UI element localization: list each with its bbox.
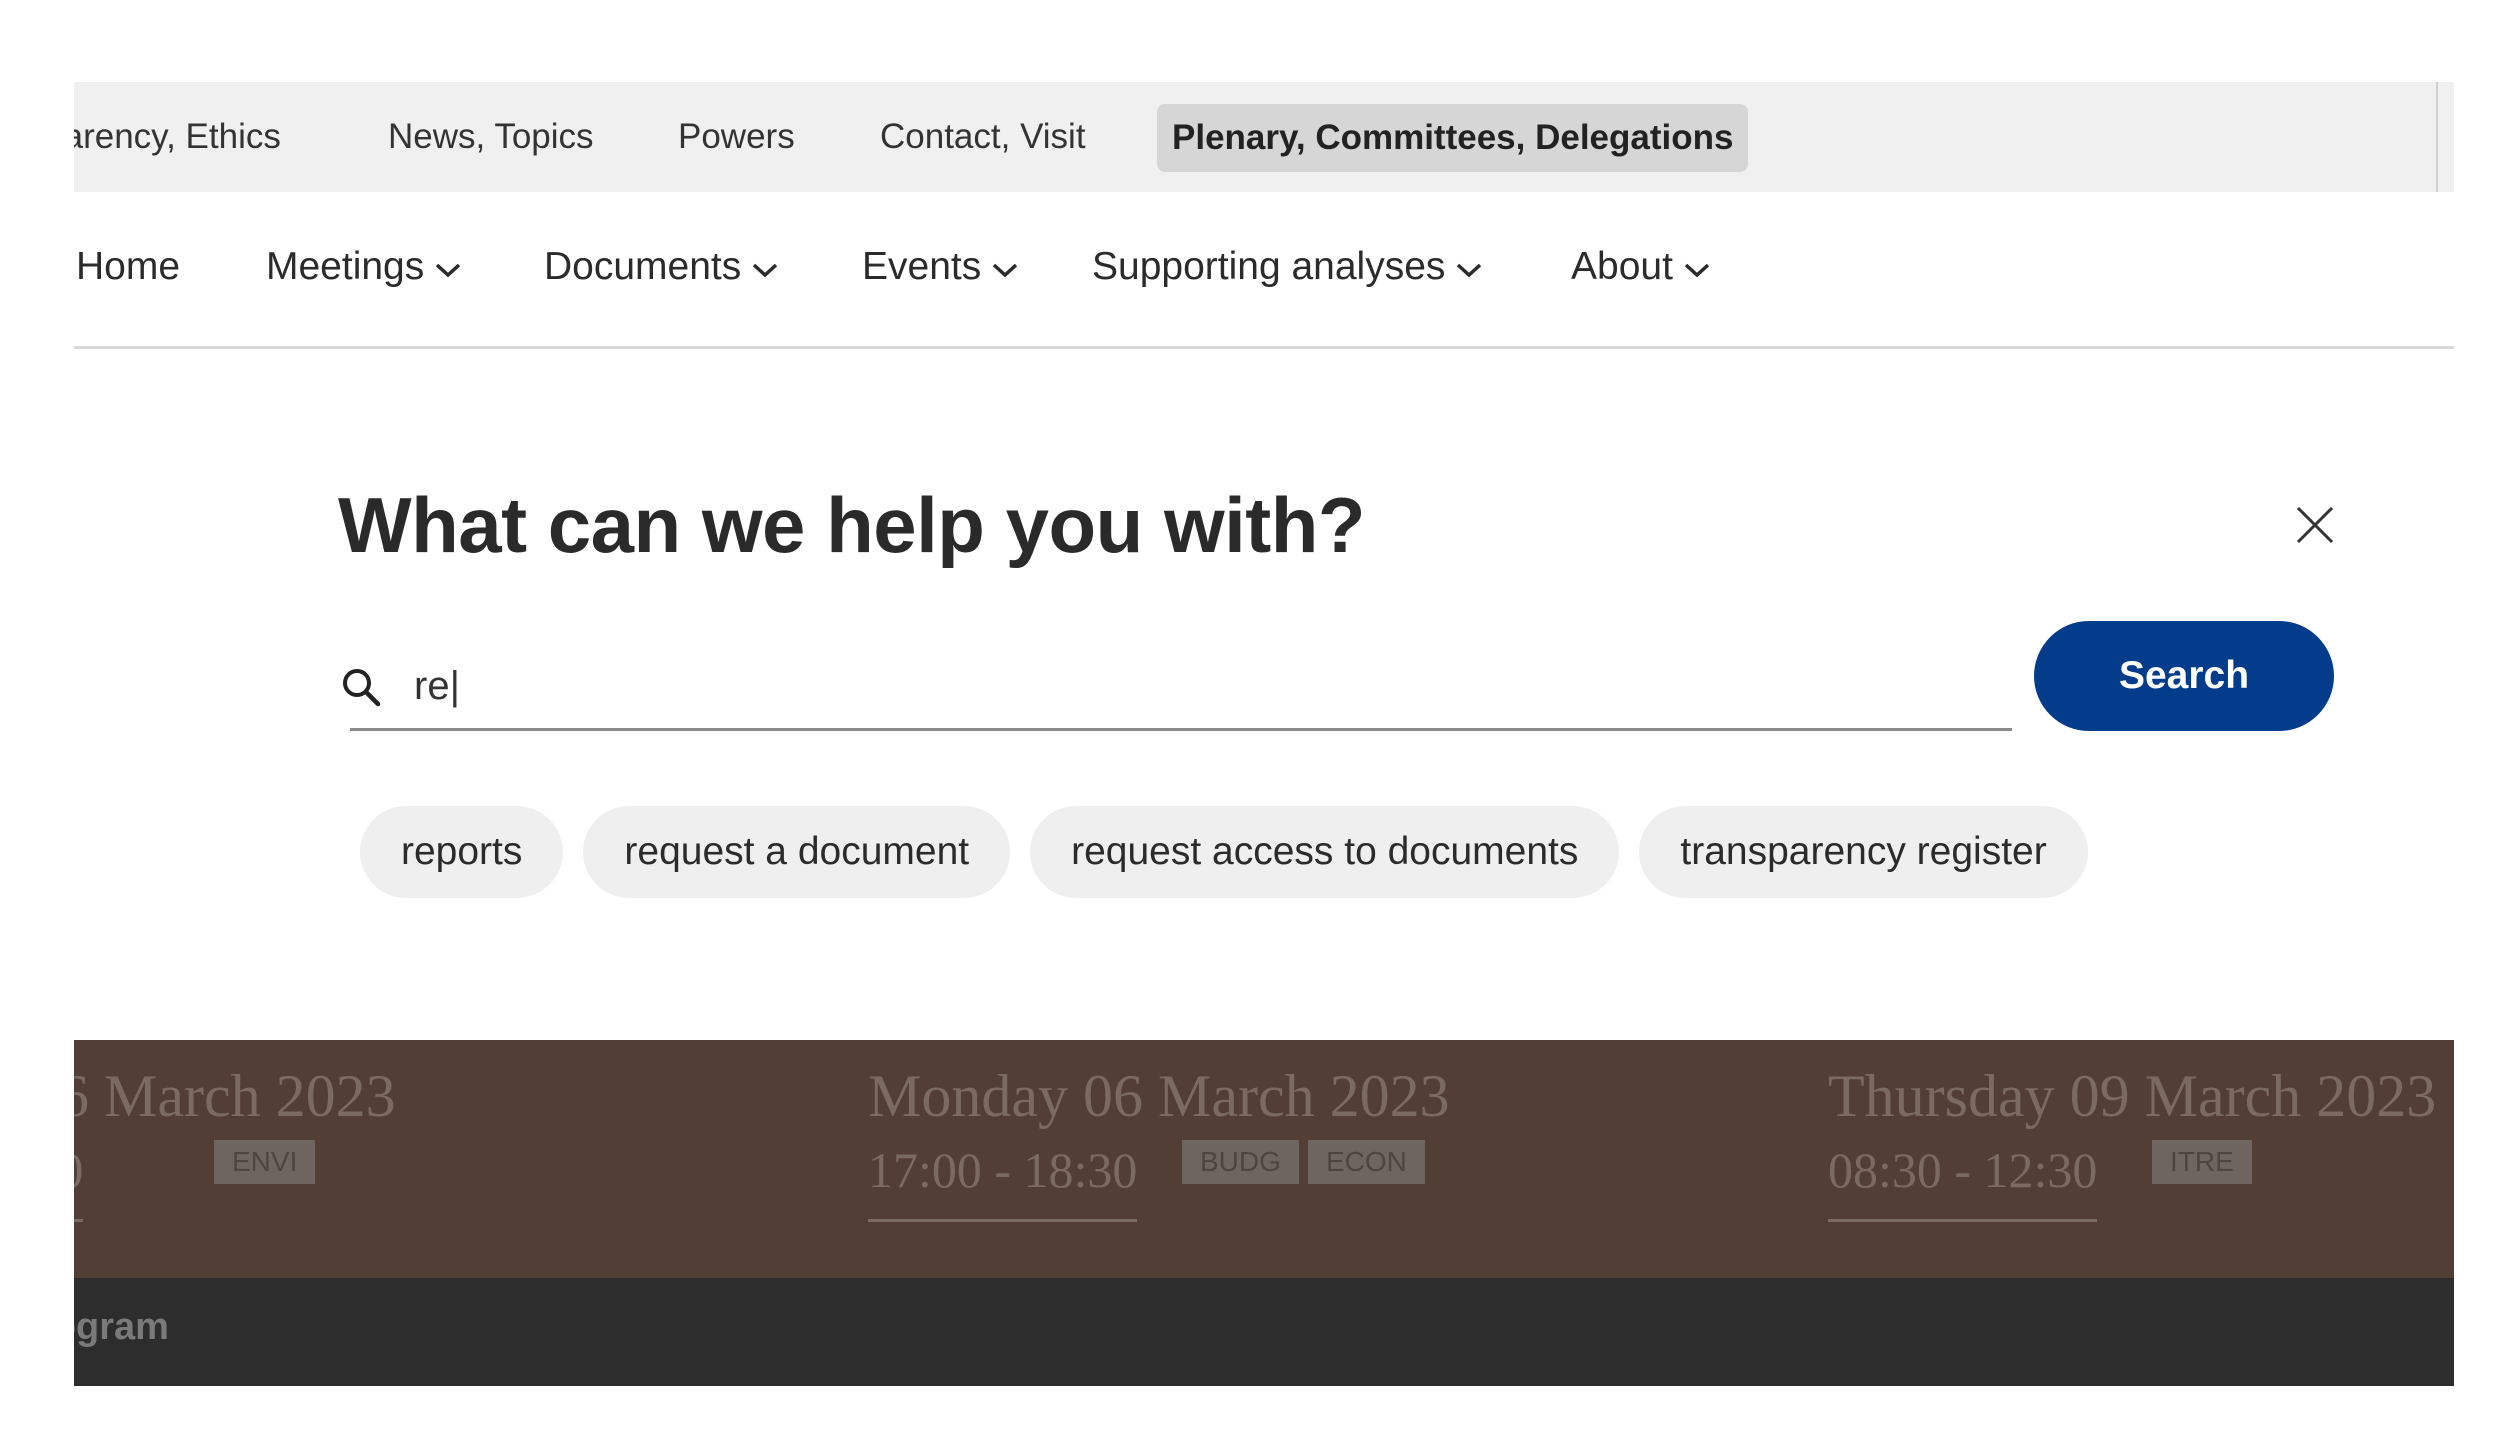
topbar-item-powers[interactable]: Powers — [678, 114, 795, 160]
meeting-time[interactable]: 08:30 - 12:30 — [1828, 1128, 2098, 1222]
chevron-down-icon — [1455, 242, 1483, 292]
chevron-down-icon — [751, 242, 779, 292]
meeting-time[interactable]: 17:00 - 18:30 — [868, 1128, 1138, 1222]
chevron-down-icon — [1683, 242, 1711, 292]
committee-tag[interactable]: BUDG — [1182, 1140, 1299, 1184]
nav-item-label: Documents — [544, 245, 742, 288]
committee-tag[interactable]: ECON — [1308, 1140, 1425, 1184]
meeting-date: Monday 06 March 2023 — [74, 1063, 396, 1129]
topbar-divider — [2436, 82, 2438, 192]
nav-item-label: About — [1571, 245, 1673, 288]
topbar-item-plenary[interactable]: Plenary, Committees, Delegations — [1157, 104, 1749, 172]
meeting-date: Thursday 09 March 2023 — [1828, 1063, 2437, 1129]
nav-item-supporting-analyses[interactable]: Supporting analyses — [1092, 242, 1483, 292]
suggestion-chip-request-access[interactable]: request access to documents — [1030, 806, 1620, 898]
nav-item-label: Supporting analyses — [1092, 245, 1446, 288]
program-link[interactable]: Weekly program — [74, 1306, 169, 1349]
search-button[interactable]: Search — [2034, 621, 2334, 731]
meeting-date: Monday 06 March 2023 — [868, 1063, 1450, 1129]
nav-item-label: Home — [76, 245, 181, 288]
committee-tag[interactable]: ENVI — [214, 1140, 316, 1184]
nav-item-home[interactable]: Home — [76, 242, 180, 292]
topbar-item-news[interactable]: News, Topics — [388, 114, 594, 160]
nav-item-events[interactable]: Events — [862, 242, 1019, 292]
nav-item-meetings[interactable]: Meetings — [266, 242, 462, 292]
program-bar: Weekly program — [74, 1278, 2454, 1386]
topbar-item-transparency[interactable]: Transparency, Ethics — [74, 114, 281, 160]
page: Transparency, Ethics News, Topics Powers… — [0, 0, 2516, 1448]
suggestion-chip-request-document[interactable]: request a document — [583, 806, 1011, 898]
nav-item-label: Meetings — [266, 245, 425, 288]
search-panel-title: What can we help you with? — [338, 481, 1366, 569]
meetings-strip: Monday 06 March 2023 17:00 - 18:30 ENVI … — [74, 1040, 2454, 1278]
search-suggestions: reports request a document request acces… — [360, 806, 2088, 898]
search-input[interactable] — [414, 656, 1974, 716]
search-field — [343, 650, 2012, 731]
search-icon — [343, 669, 381, 707]
chevron-down-icon — [991, 242, 1019, 292]
close-icon — [2296, 506, 2334, 544]
nav-item-documents[interactable]: Documents — [544, 242, 779, 292]
topbar-item-contact[interactable]: Contact, Visit — [880, 114, 1086, 160]
meeting-time[interactable]: 17:00 - 18:30 — [74, 1128, 84, 1222]
nav-item-about[interactable]: About — [1571, 242, 1711, 292]
top-navigation-bar: Transparency, Ethics News, Topics Powers… — [74, 82, 2454, 192]
nav-item-label: Events — [862, 245, 982, 288]
suggestion-chip-transparency-register[interactable]: transparency register — [1639, 806, 2088, 898]
main-navigation: Home Meetings Documents Events Supportin… — [74, 192, 2454, 349]
suggestion-chip-reports[interactable]: reports — [360, 806, 564, 898]
committee-tag[interactable]: ITRE — [2152, 1140, 2252, 1184]
chevron-down-icon — [434, 242, 462, 292]
close-search-button[interactable] — [2290, 500, 2340, 550]
